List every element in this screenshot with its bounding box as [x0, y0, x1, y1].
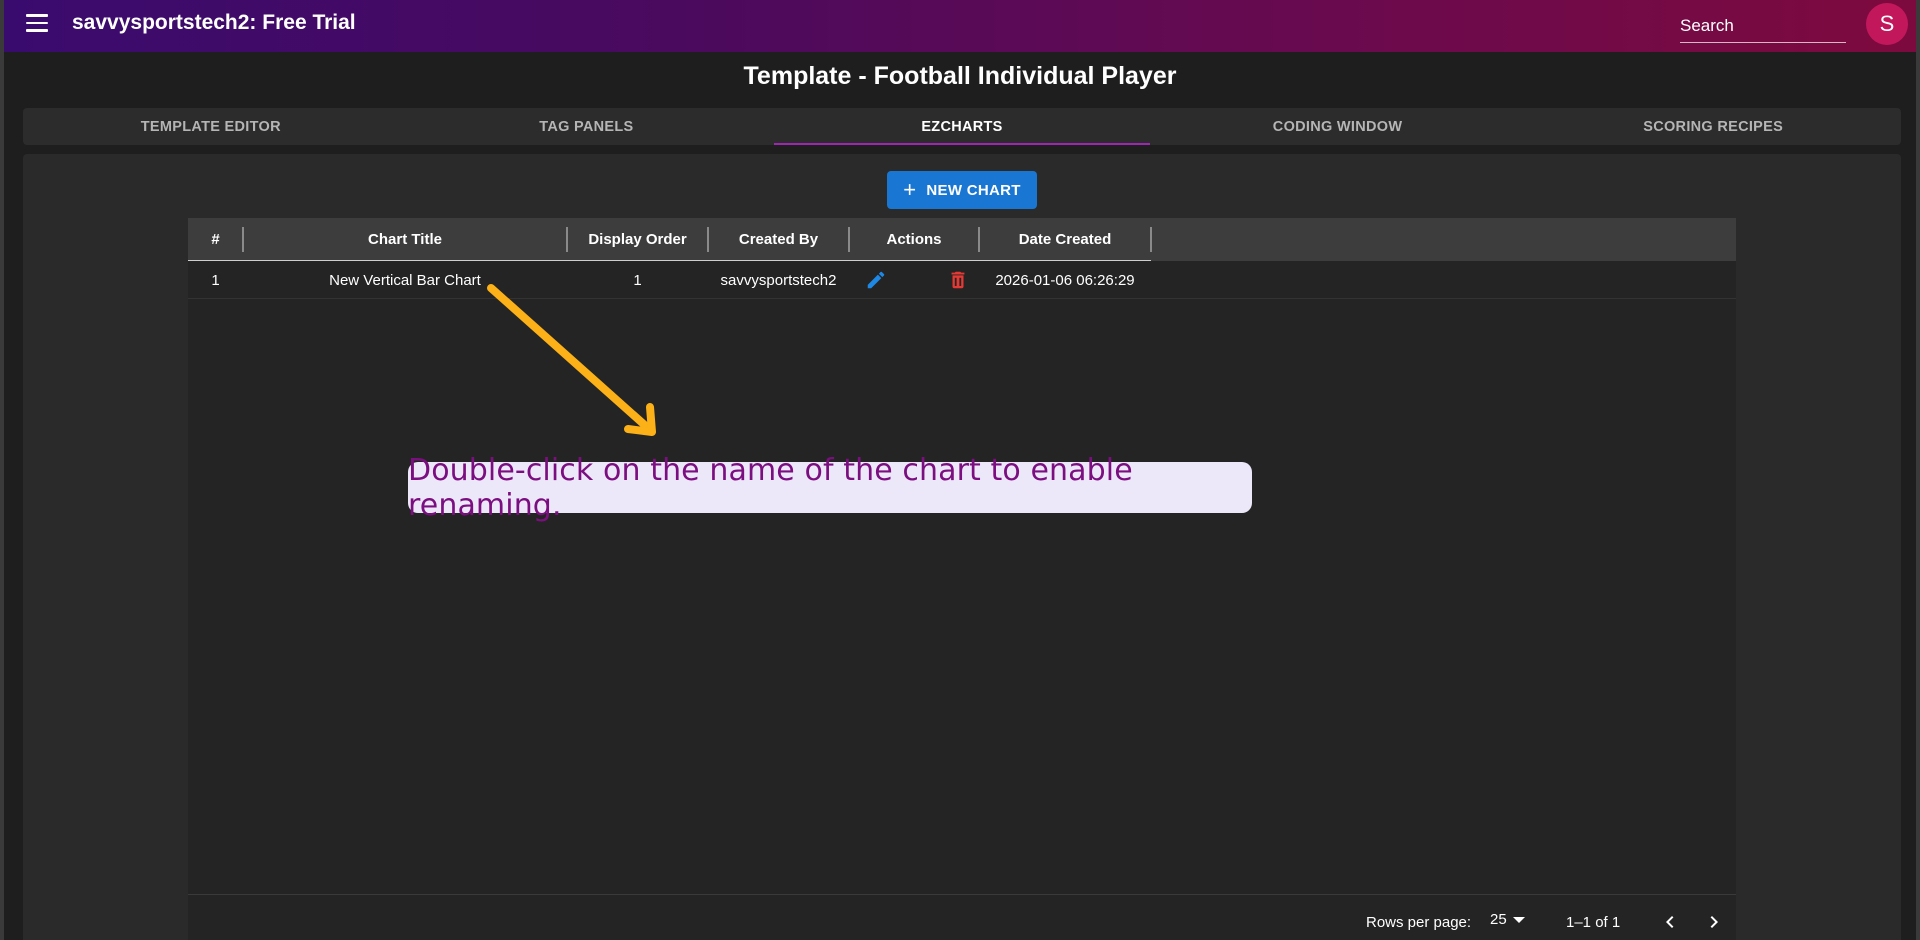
chevron-right-icon[interactable] — [1702, 910, 1726, 934]
table-header: # Chart Title Display Order Created By A… — [188, 218, 1736, 261]
rows-per-page-value: 25 — [1490, 911, 1507, 928]
avatar[interactable]: S — [1866, 3, 1908, 45]
tab-template-editor[interactable]: TEMPLATE EDITOR — [23, 108, 399, 145]
chevron-left-icon[interactable] — [1658, 910, 1682, 934]
app-bar: savvysportstech2: Free Trial S — [4, 0, 1916, 52]
column-header-chart-title[interactable]: Chart Title — [244, 218, 566, 261]
app-title: savvysportstech2: Free Trial — [72, 11, 356, 34]
tab-bar: TEMPLATE EDITOR TAG PANELS EZCHARTS CODI… — [23, 108, 1901, 145]
pencil-icon[interactable] — [856, 261, 896, 299]
cell-display-order: 1 — [633, 271, 642, 289]
table-footer-divider — [188, 894, 1736, 895]
cell-created-by: savvysportstech2 — [720, 271, 837, 289]
tutorial-callout: Double-click on the name of the chart to… — [408, 453, 1252, 523]
search-field[interactable] — [1680, 12, 1846, 43]
search-input[interactable] — [1680, 12, 1846, 40]
column-header-actions[interactable]: Actions — [850, 218, 978, 261]
tab-scoring-recipes[interactable]: SCORING RECIPES — [1525, 108, 1901, 145]
cell-number: 1 — [211, 271, 220, 289]
charts-table: # Chart Title Display Order Created By A… — [188, 218, 1736, 940]
rows-per-page-select[interactable]: 25 — [1490, 911, 1525, 928]
column-header-created-by[interactable]: Created By — [709, 218, 848, 261]
tab-ezcharts[interactable]: EZCHARTS — [774, 108, 1150, 145]
page-title: Template - Football Individual Player — [743, 62, 1177, 90]
column-separator[interactable] — [1150, 227, 1152, 252]
rows-per-page-label: Rows per page: — [1366, 914, 1472, 931]
trash-icon[interactable] — [938, 261, 978, 299]
pagination-range: 1–1 of 1 — [1566, 914, 1621, 931]
window-edge-right — [1916, 0, 1920, 940]
tab-coding-window[interactable]: CODING WINDOW — [1150, 108, 1526, 145]
tab-tag-panels[interactable]: TAG PANELS — [399, 108, 775, 145]
new-chart-button[interactable]: + NEW CHART — [887, 171, 1037, 209]
new-chart-label: NEW CHART — [926, 181, 1021, 199]
cell-date-created: 2026-01-06 06:26:29 — [995, 271, 1135, 289]
column-header-display-order[interactable]: Display Order — [568, 218, 707, 261]
column-header-number[interactable]: # — [188, 218, 243, 261]
window-edge-left — [0, 0, 4, 940]
cell-chart-title[interactable]: New Vertical Bar Chart — [244, 261, 566, 299]
app-window: savvysportstech2: Free Trial S Template … — [0, 0, 1920, 940]
table-row[interactable]: 1 New Vertical Bar Chart 1 savvysportste… — [188, 261, 1736, 299]
menu-icon[interactable] — [26, 14, 48, 32]
caret-down-icon — [1512, 916, 1525, 923]
plus-icon: + — [903, 177, 917, 202]
column-header-date-created[interactable]: Date Created — [980, 218, 1150, 261]
